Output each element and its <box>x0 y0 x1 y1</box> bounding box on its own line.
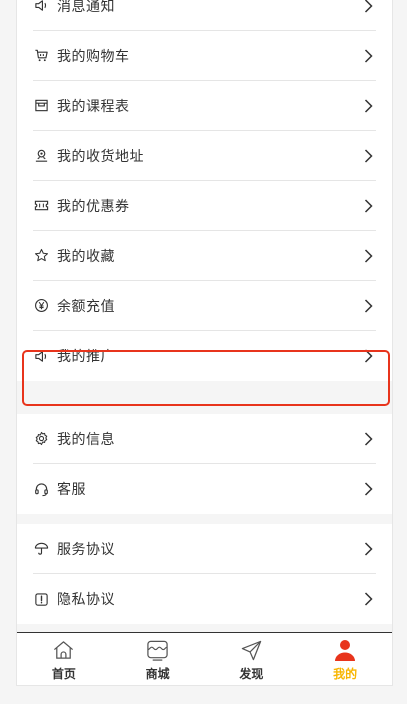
chevron-right-icon <box>360 348 376 364</box>
menu-item-label: 客服 <box>57 482 86 498</box>
menu-group-account: 消息通知 我的购物车 我的课程表 我的收货地址 我的优惠券 我的收藏 余额充值 … <box>17 0 392 381</box>
tab-label: 发现 <box>239 667 264 681</box>
menu-item-label: 我的优惠券 <box>57 198 130 215</box>
menu-item-label: 消息通知 <box>57 0 115 15</box>
gear-icon <box>33 431 49 447</box>
chevron-right-icon <box>360 481 376 497</box>
menu-item-label: 我的推广 <box>57 349 115 365</box>
menu-item-shipping-address[interactable]: 我的收货地址 <box>33 131 376 181</box>
menu-item-label: 我的收货地址 <box>57 148 144 165</box>
chevron-right-icon <box>360 148 376 164</box>
menu-item-privacy-agreement[interactable]: 隐私协议 <box>33 574 376 624</box>
menu-group-agreements: 服务协议 隐私协议 <box>17 524 392 624</box>
umbrella-icon <box>33 541 49 557</box>
chevron-right-icon <box>360 298 376 314</box>
chevron-right-icon <box>360 48 376 64</box>
menu-item-customer-service[interactable]: 客服 <box>33 464 376 514</box>
shop-icon <box>146 638 170 662</box>
bottom-tab-bar: 首页 商城 发现 我的 <box>17 632 392 685</box>
chevron-right-icon <box>360 431 376 447</box>
menu-group-support: 我的信息 客服 <box>17 414 392 514</box>
user-icon <box>333 638 357 662</box>
menu-item-favorites[interactable]: 我的收藏 <box>33 231 376 281</box>
tab-home[interactable]: 首页 <box>17 633 111 685</box>
coupon-icon <box>33 198 49 214</box>
menu-item-label: 隐私协议 <box>57 592 115 608</box>
menu-item-label: 我的课程表 <box>57 98 130 115</box>
location-icon <box>33 148 49 164</box>
tab-discover[interactable]: 发现 <box>205 633 299 685</box>
chevron-right-icon <box>360 591 376 607</box>
menu-item-promotion[interactable]: 我的推广 <box>33 331 376 381</box>
speaker-icon <box>33 0 49 14</box>
star-icon <box>33 248 49 264</box>
menu-item-notifications[interactable]: 消息通知 <box>33 0 376 31</box>
home-icon <box>52 638 76 662</box>
tab-label: 首页 <box>51 667 76 681</box>
menu-item-label: 服务协议 <box>57 541 115 558</box>
chevron-right-icon <box>360 541 376 557</box>
menu-item-course-schedule[interactable]: 我的课程表 <box>33 81 376 131</box>
menu-item-coupons[interactable]: 我的优惠券 <box>33 181 376 231</box>
cart-icon <box>33 48 49 64</box>
tab-shop[interactable]: 商城 <box>111 633 205 685</box>
menu-item-service-agreement[interactable]: 服务协议 <box>33 524 376 574</box>
menu-item-label: 我的信息 <box>57 431 115 448</box>
chevron-right-icon <box>360 98 376 114</box>
calendar-icon <box>33 98 49 114</box>
yen-icon <box>33 298 49 314</box>
headset-icon <box>33 481 49 497</box>
shield-icon <box>33 591 49 607</box>
menu-item-label: 余额充值 <box>57 298 115 315</box>
menu-item-label: 我的购物车 <box>57 48 130 65</box>
menu-item-balance-recharge[interactable]: 余额充值 <box>33 281 376 331</box>
chevron-right-icon <box>360 0 376 14</box>
menu-item-label: 我的收藏 <box>57 248 115 265</box>
menu-item-my-info[interactable]: 我的信息 <box>33 414 376 464</box>
tab-label: 我的 <box>333 667 358 681</box>
chevron-right-icon <box>360 198 376 214</box>
speaker-icon <box>33 348 49 364</box>
chevron-right-icon <box>360 248 376 264</box>
tab-label: 商城 <box>145 667 170 681</box>
app-frame: 消息通知 我的购物车 我的课程表 我的收货地址 我的优惠券 我的收藏 余额充值 … <box>16 0 393 686</box>
send-icon <box>239 638 263 662</box>
menu-item-cart[interactable]: 我的购物车 <box>33 31 376 81</box>
tab-mine[interactable]: 我的 <box>298 633 392 685</box>
